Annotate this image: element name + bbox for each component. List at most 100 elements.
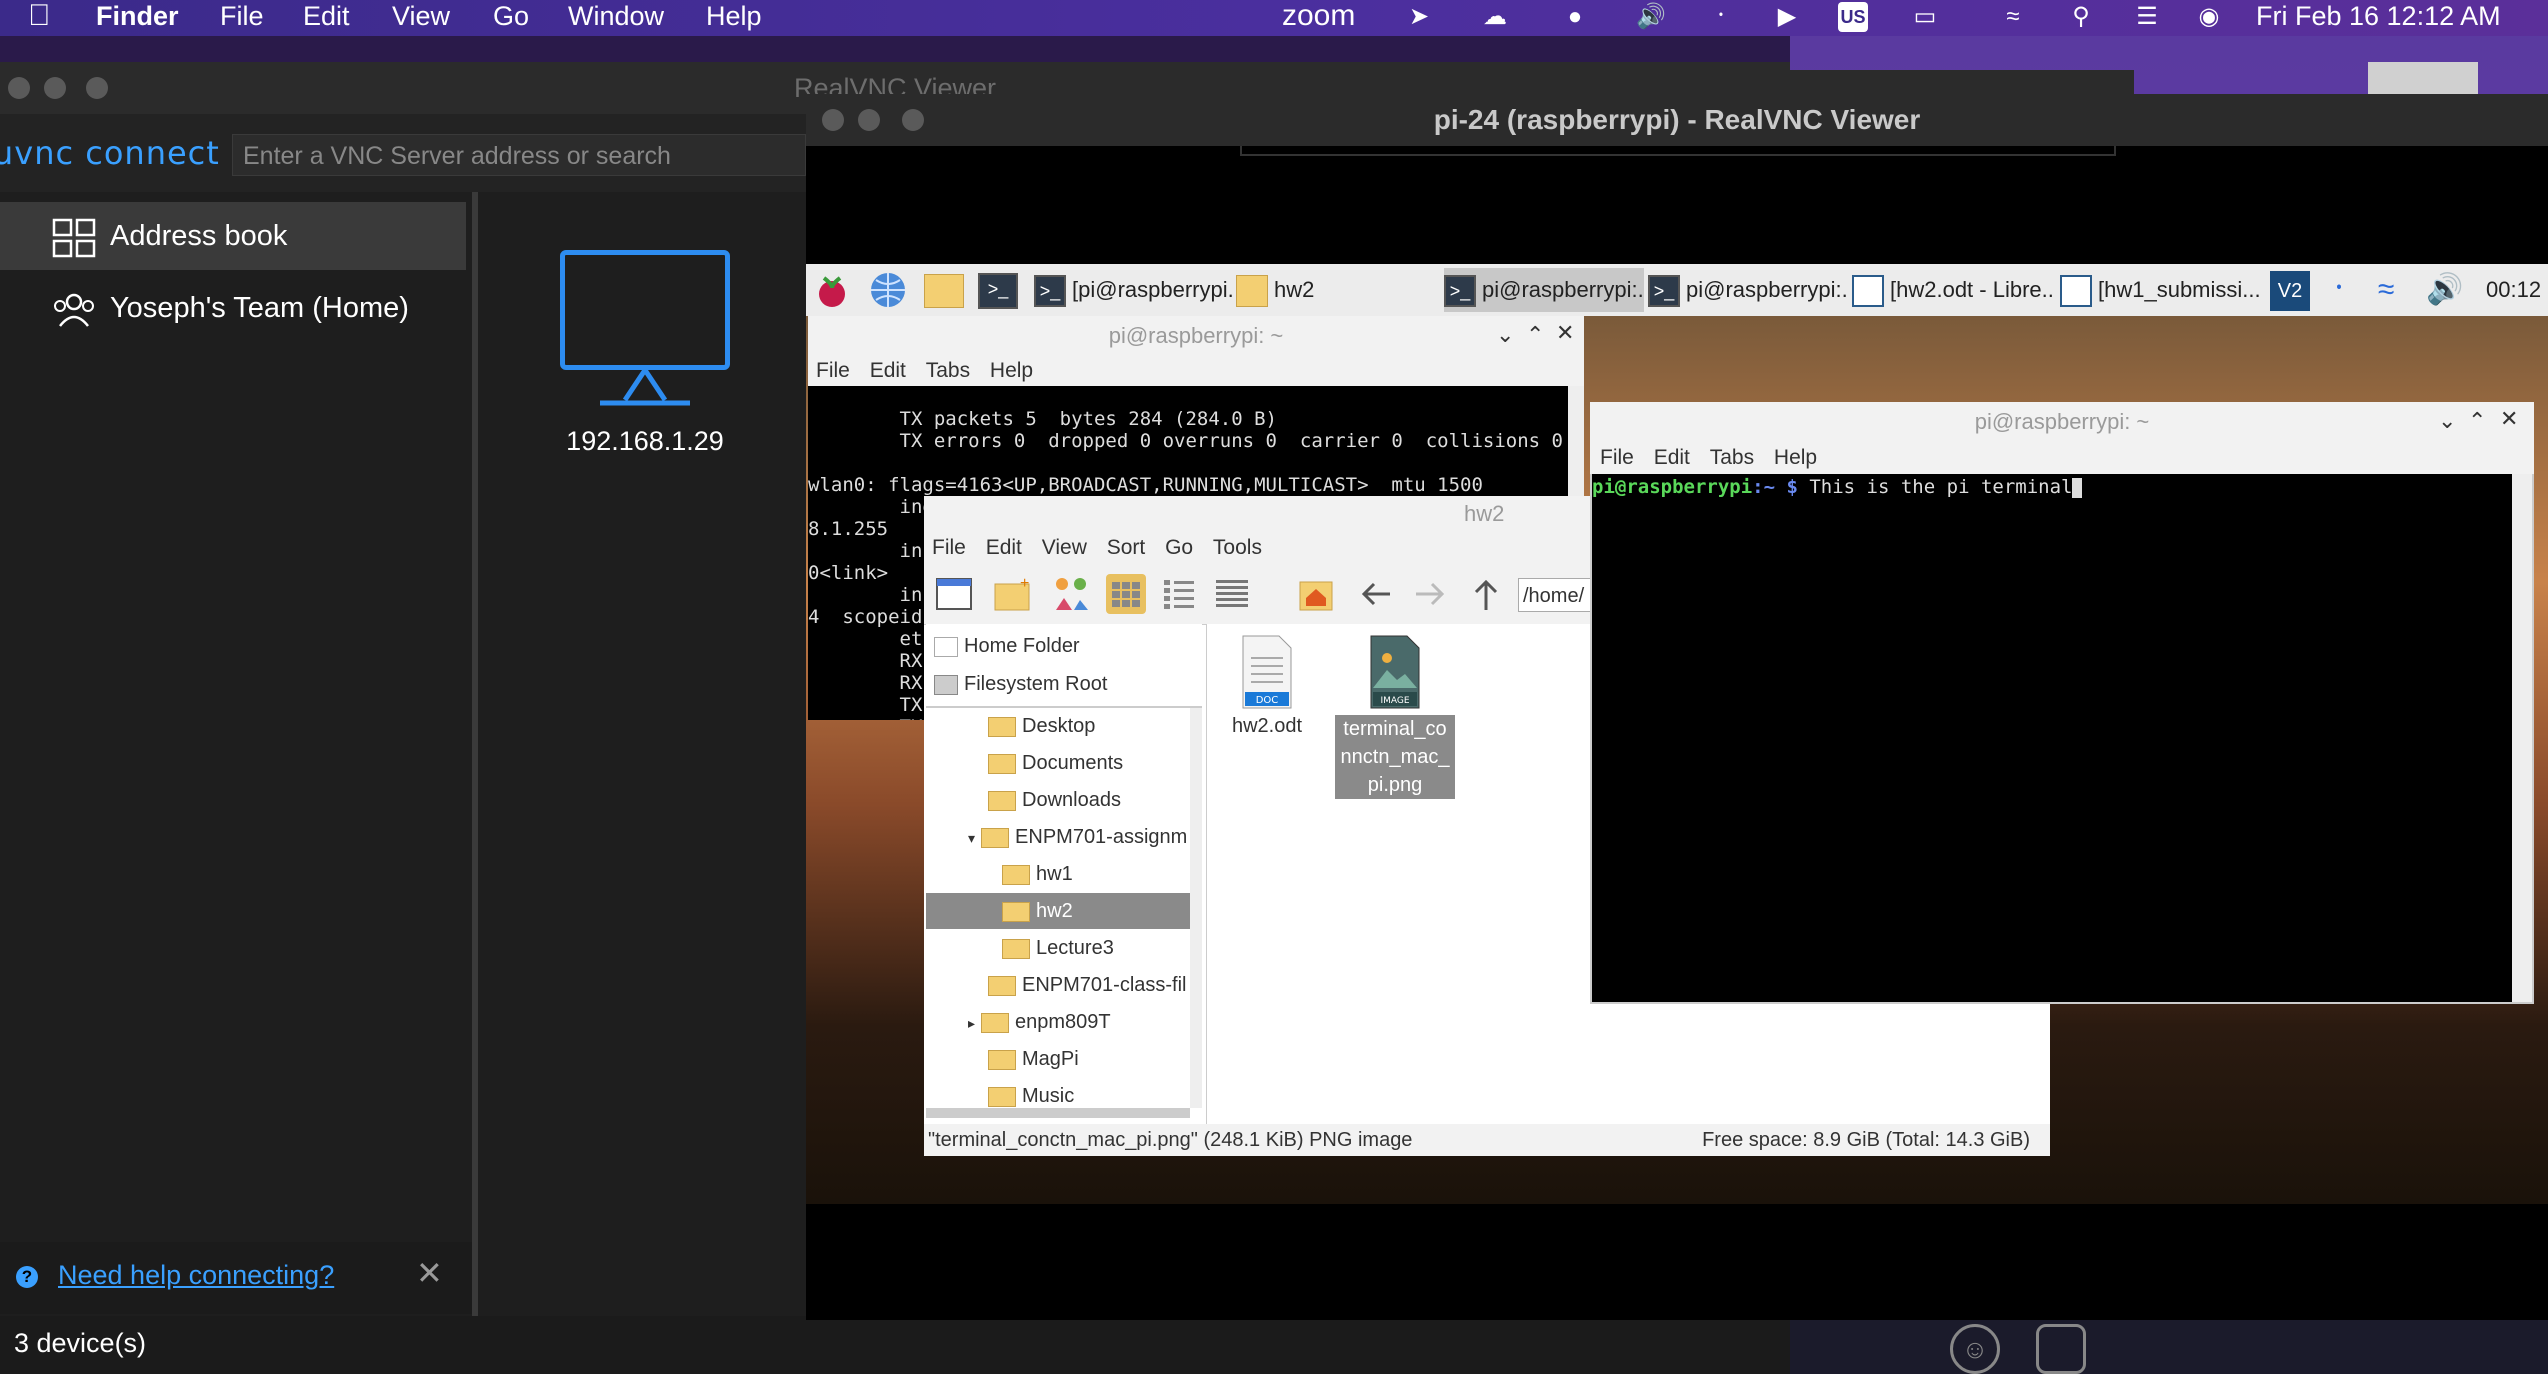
new-window-icon[interactable] — [934, 574, 974, 614]
minimize-icon[interactable] — [44, 77, 66, 99]
terminal-prompt-line[interactable]: pi@raspberrypi:~ $ This is the pi termin… — [1592, 476, 2512, 506]
menu-tools[interactable]: Tools — [1213, 536, 1262, 559]
chevron-right-icon[interactable]: ▸ — [968, 1015, 975, 1031]
tree-item[interactable]: ▾ ENPM701-assignm — [968, 819, 1187, 855]
device-monitor-icon[interactable] — [560, 250, 730, 370]
input-source-icon[interactable]: US — [1838, 2, 1868, 32]
zoom-icon[interactable] — [86, 77, 108, 99]
file-manager-icon[interactable] — [924, 268, 968, 312]
device-ip-label[interactable]: 192.168.1.29 — [520, 426, 770, 457]
vnc-tray-icon[interactable]: V2 — [2270, 268, 2314, 312]
chevron-down-icon[interactable]: ▾ — [968, 830, 975, 846]
back-arrow-icon[interactable] — [1356, 574, 1396, 614]
close-icon[interactable]: ✕ — [416, 1254, 443, 1292]
menubar-app-name[interactable]: Finder — [96, 0, 179, 32]
tree-item[interactable]: hw1 — [1002, 856, 1073, 892]
up-arrow-icon[interactable] — [1466, 574, 1506, 614]
menubar-help[interactable]: Help — [706, 0, 762, 32]
volume-icon[interactable]: 🔊 — [2426, 268, 2466, 312]
taskbar-window-hw1-submission[interactable]: [hw1_submissi... — [2060, 268, 2260, 312]
taskbar-clock[interactable]: 00:12 — [2486, 268, 2542, 312]
sidebar-item-address-book[interactable]: Address book — [0, 202, 466, 270]
sidebar-item-team[interactable]: Yoseph's Team (Home) — [0, 274, 466, 342]
close-icon[interactable]: ✕ — [1556, 320, 1574, 346]
tree-item[interactable]: Downloads — [988, 782, 1121, 818]
place-filesystem-root[interactable]: Filesystem Root — [934, 666, 1107, 702]
zoom-icon[interactable] — [902, 109, 924, 131]
menu-help[interactable]: Help — [990, 359, 1033, 382]
chevron-down-icon[interactable]: ⌄ — [1496, 322, 1514, 348]
server-search-input[interactable]: Enter a VNC Server address or search — [232, 134, 806, 176]
menu-go[interactable]: Go — [1165, 536, 1193, 559]
cloud-icon[interactable]: ☁ — [1480, 2, 1510, 32]
search-icon[interactable]: ⚲ — [2066, 2, 2096, 32]
close-icon[interactable]: ✕ — [2500, 406, 2518, 432]
menubar-view[interactable]: View — [392, 0, 450, 32]
place-home-folder[interactable]: Home Folder — [934, 628, 1080, 664]
menu-file[interactable]: File — [932, 536, 966, 559]
forward-arrow-icon[interactable] — [1410, 574, 1450, 614]
thumbnail-view-icon[interactable] — [1052, 574, 1092, 614]
menu-edit[interactable]: Edit — [986, 536, 1022, 559]
menu-view[interactable]: View — [1042, 536, 1087, 559]
menu-edit[interactable]: Edit — [1654, 446, 1690, 469]
zoom-status[interactable]: zoom — [1282, 0, 1355, 32]
list-view-icon[interactable] — [1212, 574, 1252, 614]
menu-file[interactable]: File — [1600, 446, 1634, 469]
menubar-edit[interactable]: Edit — [303, 0, 350, 32]
tree-item[interactable]: ▸ enpm809T — [968, 1004, 1111, 1040]
menu-tabs[interactable]: Tabs — [1710, 446, 1754, 469]
menubar-file[interactable]: File — [220, 0, 264, 32]
tree-item[interactable]: MagPi — [988, 1041, 1079, 1077]
tree-item[interactable]: Lecture3 — [1002, 930, 1114, 966]
menu-help[interactable]: Help — [1774, 446, 1817, 469]
vnc-toolbar-handle[interactable] — [1240, 146, 2116, 156]
volume-icon[interactable]: 🔊 — [1636, 2, 1666, 32]
tree-item[interactable]: Documents — [988, 745, 1123, 781]
battery-icon[interactable]: ▭ — [1910, 2, 1940, 32]
chevron-down-icon[interactable]: ⌄ — [2438, 408, 2456, 434]
close-icon[interactable] — [822, 109, 844, 131]
browser-icon[interactable] — [868, 268, 912, 312]
close-icon[interactable] — [8, 77, 30, 99]
icon-view-icon[interactable] — [1106, 574, 1146, 614]
menu-sort[interactable]: Sort — [1107, 536, 1146, 559]
tree-item[interactable]: Desktop — [988, 708, 1095, 744]
path-input[interactable]: /home/ — [1518, 578, 1594, 612]
apple-icon[interactable]:  — [28, 0, 51, 32]
tree-item[interactable]: ENPM701-class-fil — [988, 967, 1186, 1003]
location-icon[interactable]: ➤ — [1404, 2, 1434, 32]
menubar-datetime[interactable]: Fri Feb 16 12:12 AM — [2256, 0, 2501, 32]
minimize-icon[interactable] — [858, 109, 880, 131]
chevron-up-icon[interactable]: ⌃ — [1526, 322, 1544, 348]
wifi-icon[interactable]: ≈ — [1998, 2, 2028, 32]
bluetooth-icon[interactable]: ᛫ — [1706, 2, 1736, 32]
raspberry-menu-icon[interactable] — [812, 268, 856, 312]
file-item[interactable]: DOC hw2.odt — [1227, 634, 1307, 738]
camera-icon[interactable] — [2036, 1324, 2086, 1374]
tree-item-selected[interactable]: hw2 — [926, 893, 1190, 929]
control-center-icon[interactable]: ☰ — [2132, 2, 2162, 32]
menu-tabs[interactable]: Tabs — [926, 359, 970, 382]
bluetooth-icon[interactable]: ᛫ — [2330, 268, 2362, 312]
compact-view-icon[interactable] — [1160, 574, 1200, 614]
taskbar-window-terminal[interactable]: >_ [pi@raspberrypi... — [1034, 268, 1232, 312]
taskbar-window-terminal-2[interactable]: >_ pi@raspberrypi:... — [1648, 268, 1848, 312]
terminal-launcher-icon[interactable]: >_ — [978, 268, 1022, 312]
taskbar-window-terminal-active[interactable]: >_ pi@raspberrypi:... — [1444, 268, 1644, 312]
file-item-selected[interactable]: IMAGE terminal_co nnctn_mac_ pi.png — [1335, 634, 1455, 799]
home-icon[interactable] — [1296, 574, 1336, 614]
terminal-scrollbar[interactable] — [2512, 474, 2532, 1002]
help-link[interactable]: Need help connecting? — [58, 1260, 334, 1291]
tree-scrollbar[interactable] — [1190, 708, 1202, 1108]
chevron-up-icon[interactable]: ⌃ — [2468, 408, 2486, 434]
menubar-window[interactable]: Window — [568, 0, 664, 32]
tree-horizontal-scrollbar[interactable] — [926, 1108, 1190, 1118]
rec-icon[interactable]: ● — [1560, 2, 1590, 32]
menu-edit[interactable]: Edit — [870, 359, 906, 382]
menu-file[interactable]: File — [816, 359, 850, 382]
taskbar-window-hw2-odt[interactable]: [hw2.odt - Libre... — [1852, 268, 2052, 312]
smiley-icon[interactable]: ☺ — [1950, 1324, 2000, 1374]
wifi-icon[interactable]: ≈ — [2378, 268, 2418, 312]
taskbar-window-hw2[interactable]: hw2 — [1236, 268, 1436, 312]
